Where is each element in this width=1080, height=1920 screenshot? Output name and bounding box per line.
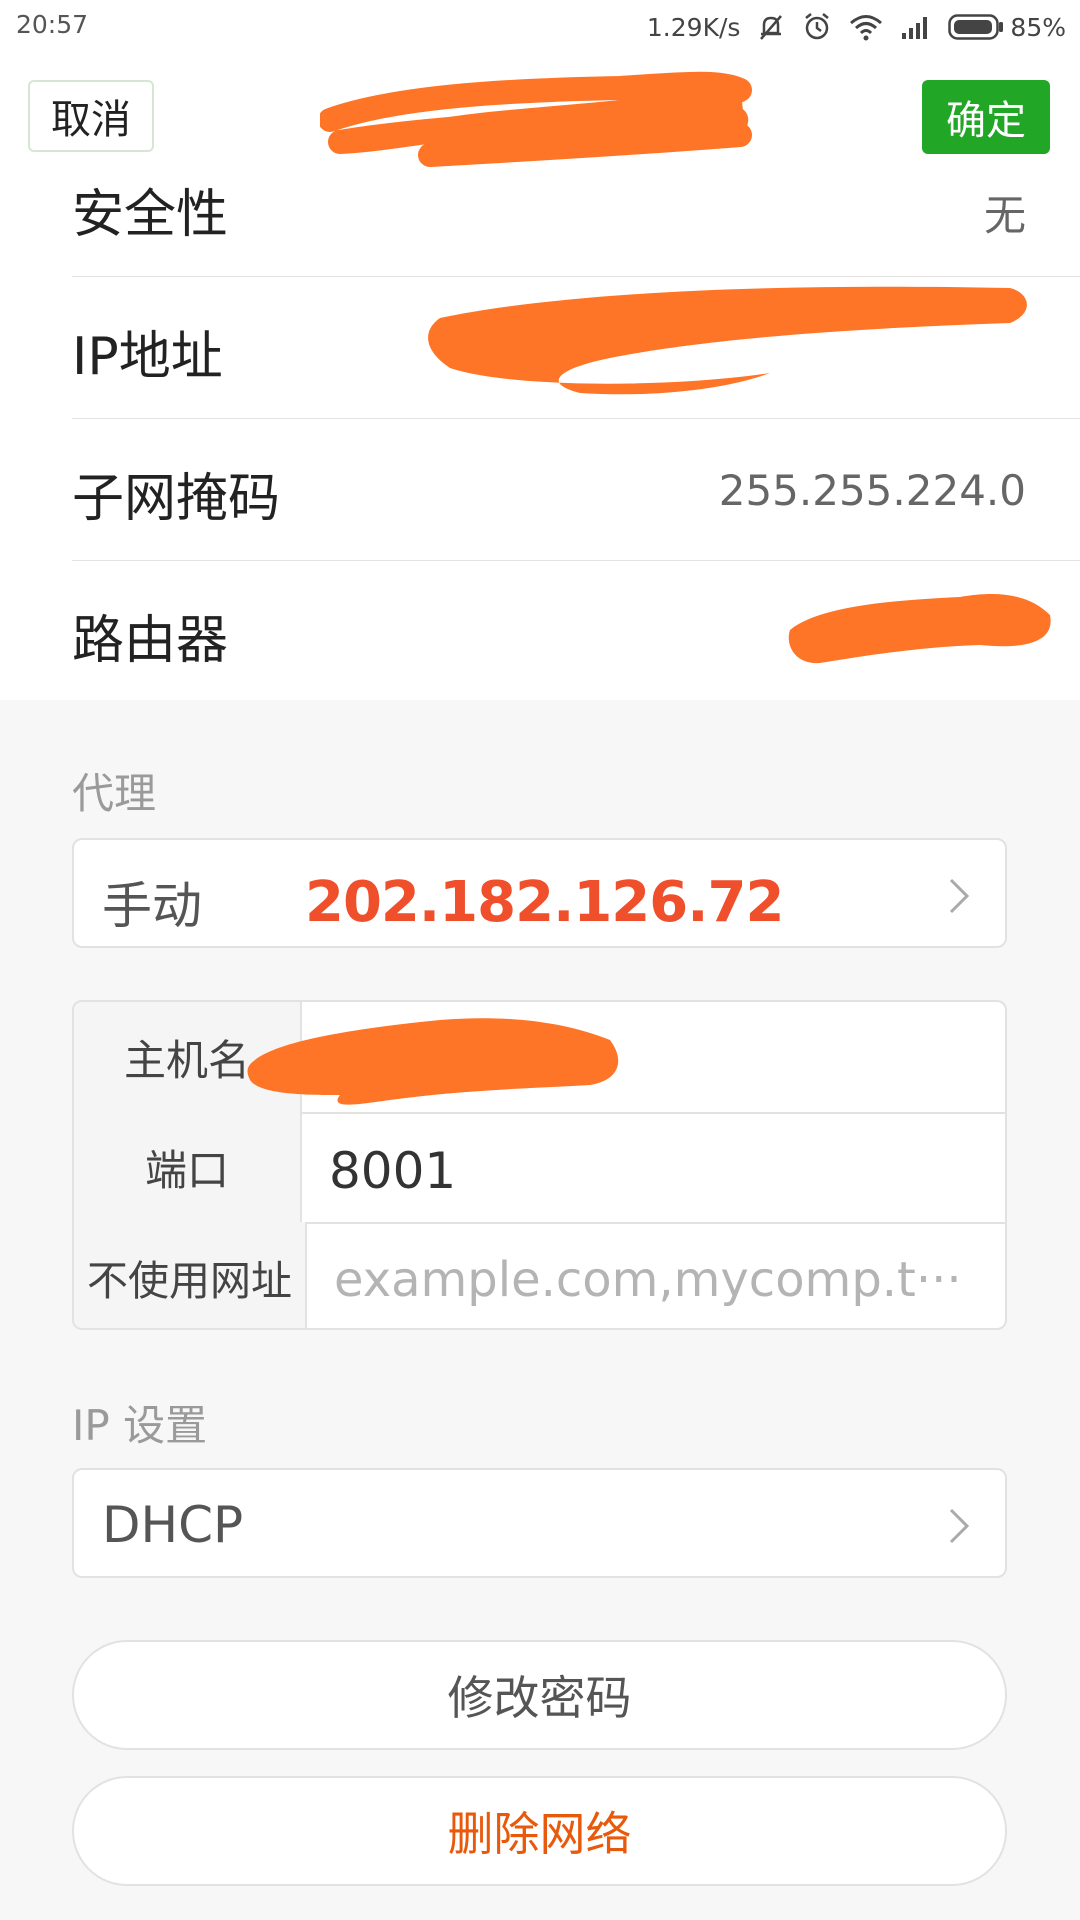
wifi-icon: [848, 12, 884, 42]
alarm-icon: [802, 12, 832, 42]
subnet-label: 子网掩码: [72, 469, 281, 529]
proxy-ip-annotation: 202.182.126.72: [305, 870, 784, 935]
battery-icon: 85%: [948, 13, 1066, 42]
ip-label: IP地址: [72, 327, 223, 387]
muted-bell-icon: [756, 12, 786, 42]
ip-settings-value: DHCP: [102, 1496, 244, 1554]
status-icons: 1.29K/s 85%: [647, 8, 1066, 46]
router-label: 路由器: [72, 611, 229, 671]
redacted-ip-address: [428, 286, 1027, 395]
port-label: 端口: [74, 1112, 302, 1222]
security-value: 无: [983, 191, 1026, 240]
ip-settings-select[interactable]: DHCP: [72, 1468, 1007, 1578]
redacted-hostname: [247, 1018, 619, 1105]
bypass-row: 不使用网址 example.com,mycomp.t···: [74, 1222, 1005, 1328]
proxy-section-title: 代理: [72, 769, 157, 818]
chevron-right-icon: [949, 1508, 970, 1544]
redacted-router: [788, 594, 1051, 664]
subnet-value: 255.255.224.0: [718, 466, 1026, 515]
wifi-settings-screen: 20:57 1.29K/s 85% 取消 确定 安全性 无 IP地址 子网掩码 …: [0, 0, 1080, 1920]
port-row: 端口 8001: [74, 1112, 1005, 1222]
proxy-mode-value: 手动: [102, 877, 202, 935]
battery-percent: 85%: [1010, 12, 1066, 42]
ip-settings-section-title: IP 设置: [72, 1401, 208, 1450]
net-speed: 1.29K/s: [646, 12, 741, 42]
status-bar: 20:57 1.29K/s 85%: [0, 0, 1080, 54]
status-time: 20:57: [16, 10, 89, 39]
row-subnet-mask: 子网掩码 255.255.224.0: [72, 418, 1080, 560]
bypass-label: 不使用网址: [74, 1222, 307, 1328]
port-input[interactable]: 8001: [329, 1142, 456, 1200]
row-security: 安全性 无: [72, 134, 1080, 276]
chevron-right-icon: [949, 878, 970, 914]
signal-icon: [900, 13, 932, 41]
security-label: 安全性: [72, 185, 229, 245]
delete-network-button[interactable]: 删除网络: [72, 1776, 1007, 1886]
bypass-input[interactable]: example.com,mycomp.t···: [334, 1252, 962, 1308]
change-password-button[interactable]: 修改密码: [72, 1640, 1007, 1750]
